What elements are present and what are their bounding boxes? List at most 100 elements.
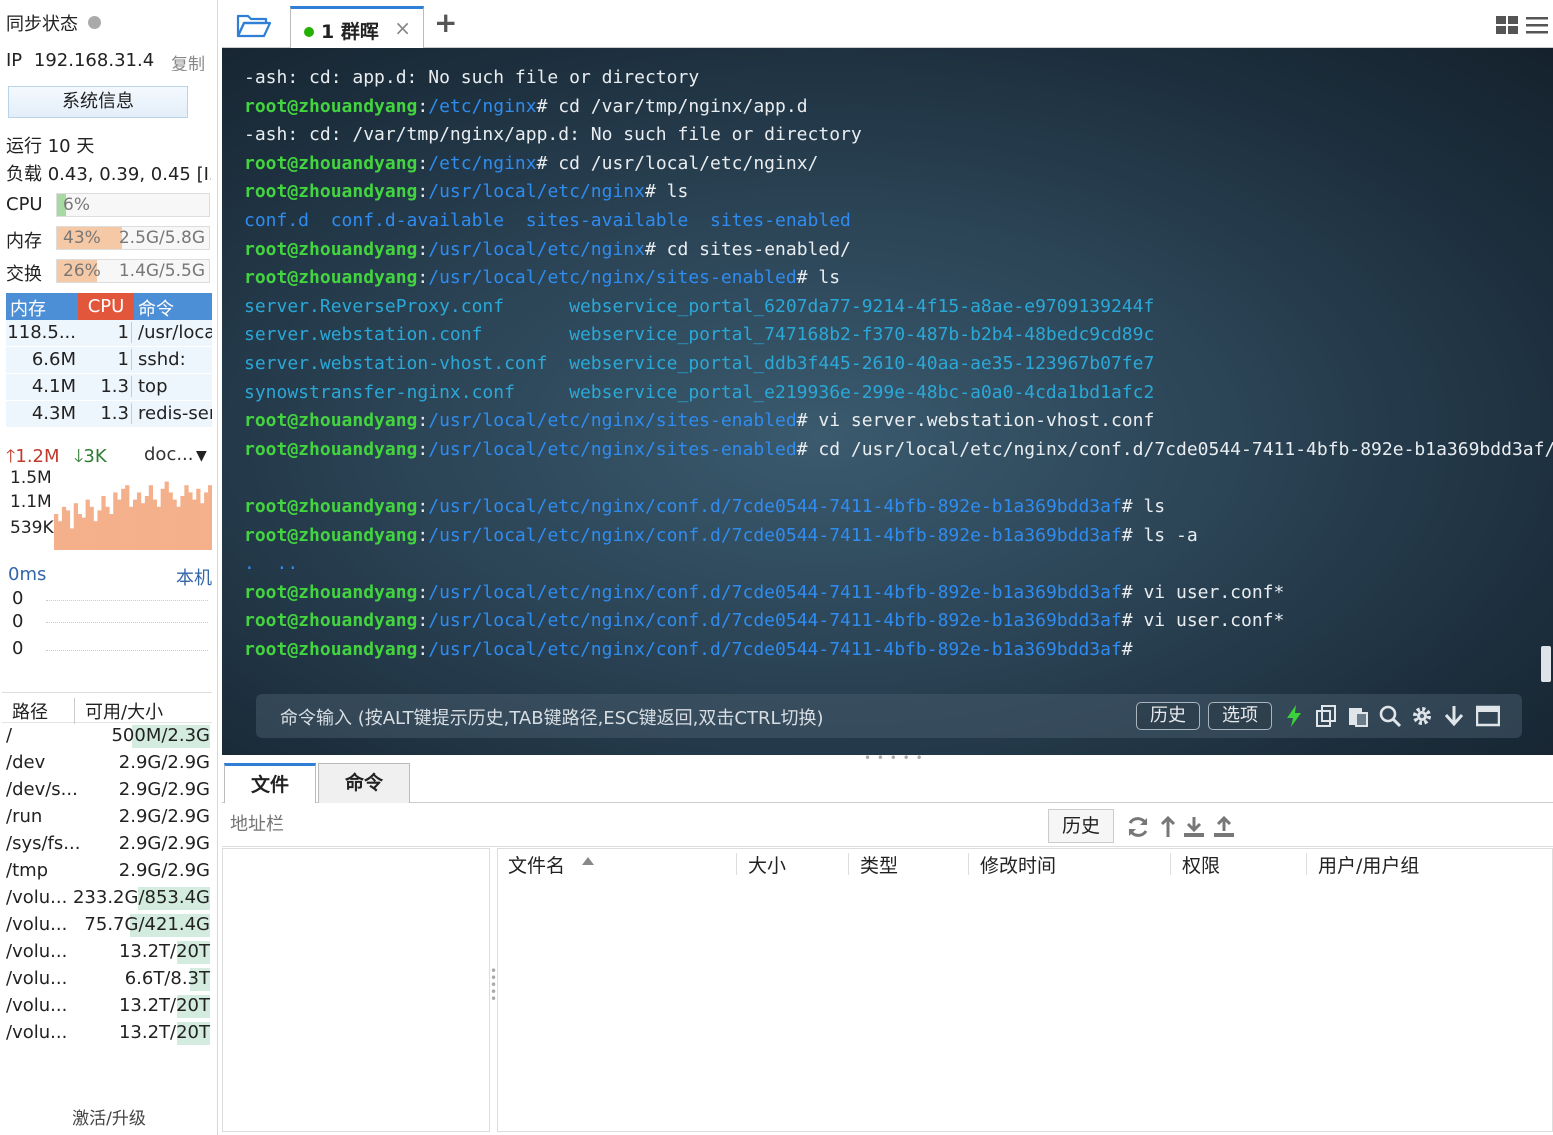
disk-row[interactable]: / 500M/2.3G bbox=[2, 723, 212, 750]
disk-row[interactable]: /sys/fs... 2.9G/2.9G bbox=[2, 831, 212, 858]
tab-commands[interactable]: 命令 bbox=[318, 763, 410, 803]
memory-bar: 43% 2.5G/5.8G bbox=[56, 226, 210, 250]
disk-row[interactable]: /volu... 13.2T/20T bbox=[2, 993, 212, 1020]
column-separator[interactable] bbox=[848, 853, 849, 875]
network-sample-bar bbox=[144, 496, 150, 550]
disk-row[interactable]: /dev/s... 2.9G/2.9G bbox=[2, 777, 212, 804]
hamburger-menu-icon[interactable] bbox=[1525, 14, 1549, 36]
file-list-header: 文件名 大小 类型 修改时间 权限 用户/用户组 bbox=[498, 849, 1552, 879]
terminal-line: root@zhouandyang:/usr/local/etc/nginx# c… bbox=[244, 236, 1553, 265]
arrow-down-icon[interactable] bbox=[1442, 704, 1466, 728]
column-separator[interactable] bbox=[1170, 853, 1171, 875]
disk-row[interactable]: /dev 2.9G/2.9G bbox=[2, 750, 212, 777]
process-row[interactable]: 6.6M 1 sshd: bbox=[6, 347, 212, 374]
terminal-line: server.webstation.conf webservice_portal… bbox=[244, 321, 1553, 350]
activate-upgrade-link[interactable]: 激活/升级 bbox=[0, 1104, 218, 1129]
disk-row[interactable]: /volu... 13.2T/20T bbox=[2, 939, 212, 966]
open-folder-icon[interactable] bbox=[236, 10, 272, 40]
terminal-line: root@zhouandyang:/usr/local/etc/nginx/si… bbox=[244, 407, 1553, 436]
grid-layout-icon[interactable] bbox=[1495, 14, 1519, 36]
refresh-icon[interactable] bbox=[1126, 815, 1150, 839]
gear-icon[interactable] bbox=[1410, 704, 1434, 728]
disk-row[interactable]: /volu... 233.2G/853.4G bbox=[2, 885, 212, 912]
upload-rate-value: 1.2M bbox=[15, 446, 60, 467]
process-row[interactable]: 4.1M 1.3 top bbox=[6, 374, 212, 401]
process-row[interactable]: 4.3M 1.3 redis-ser bbox=[6, 401, 212, 428]
directory-tree-pane[interactable] bbox=[222, 848, 490, 1132]
session-tab-active[interactable]: 1 群晖 × bbox=[290, 6, 424, 48]
disk-row[interactable]: /tmp 2.9G/2.9G bbox=[2, 858, 212, 885]
swap-percent: 26% bbox=[63, 261, 101, 281]
memory-percent: 43% bbox=[63, 228, 101, 248]
sort-by-memory-header[interactable]: 内存 bbox=[10, 295, 46, 321]
lightning-icon[interactable] bbox=[1282, 704, 1306, 728]
column-separator[interactable] bbox=[736, 853, 737, 875]
session-tab-label: 1 群晖 bbox=[321, 21, 379, 43]
disk-row[interactable]: /volu... 6.6T/8.3T bbox=[2, 966, 212, 993]
column-type[interactable]: 类型 bbox=[860, 851, 898, 878]
paste-icon[interactable] bbox=[1346, 704, 1370, 728]
disk-row[interactable]: /run 2.9G/2.9G bbox=[2, 804, 212, 831]
copy-ip-button[interactable]: 复制 bbox=[171, 50, 205, 71]
process-row[interactable]: 118.5... 1 /usr/loca bbox=[6, 320, 212, 347]
disk-size: 6.6T/8.3T bbox=[124, 968, 210, 989]
network-interface-select[interactable]: doc... bbox=[144, 444, 194, 465]
column-filename[interactable]: 文件名 bbox=[508, 851, 565, 878]
terminal-output[interactable]: -ash: cd: app.d: No such file or directo… bbox=[244, 64, 1553, 664]
disk-path-header[interactable]: 路径 bbox=[12, 698, 48, 724]
network-sample-bar bbox=[184, 485, 189, 550]
download-rate: 🡓3K bbox=[74, 444, 107, 474]
terminal-line: -ash: cd: /var/tmp/nginx/app.d: No such … bbox=[244, 121, 1553, 150]
column-modified-time[interactable]: 修改时间 bbox=[980, 851, 1056, 878]
address-input[interactable] bbox=[230, 814, 930, 835]
chevron-down-icon[interactable]: ▼ bbox=[196, 448, 207, 464]
terminal-line: root@zhouandyang:/usr/local/etc/nginx/co… bbox=[244, 579, 1553, 608]
disk-size-header[interactable]: 可用/大小 bbox=[74, 698, 163, 724]
column-size[interactable]: 大小 bbox=[748, 851, 786, 878]
terminal-line: server.webstation-vhost.conf webservice_… bbox=[244, 350, 1553, 379]
sort-by-cpu-header[interactable]: CPU bbox=[78, 293, 134, 320]
memory-size: 2.5G/5.8G bbox=[118, 228, 205, 248]
net-axis-label: 1.1M bbox=[10, 492, 52, 512]
disk-row[interactable]: /volu... 13.2T/20T bbox=[2, 1020, 212, 1047]
command-input[interactable]: 命令输入 (按ALT键提示历史,TAB键路径,ESC键返回,双击CTRL切换) bbox=[280, 704, 824, 730]
network-sample-bar bbox=[129, 506, 134, 550]
ping-host-select[interactable]: 本机 bbox=[176, 564, 212, 590]
file-list-pane[interactable]: 文件名 大小 类型 修改时间 权限 用户/用户组 bbox=[497, 848, 1553, 1132]
terminal[interactable]: -ash: cd: app.d: No such file or directo… bbox=[222, 48, 1553, 755]
prompt-path: /usr/local/etc/nginx bbox=[428, 181, 645, 203]
download-icon[interactable] bbox=[1182, 815, 1206, 839]
terminal-scrollbar[interactable] bbox=[1541, 646, 1551, 682]
sort-by-command-header[interactable]: 命令 bbox=[138, 295, 174, 321]
prompt-user: root@zhouandyang bbox=[244, 267, 418, 289]
close-tab-button[interactable]: × bbox=[394, 16, 411, 40]
network-sample-bar bbox=[121, 488, 126, 550]
maximize-icon[interactable] bbox=[1476, 704, 1500, 728]
system-info-button[interactable]: 系统信息 bbox=[8, 86, 188, 118]
column-owner-group[interactable]: 用户/用户组 bbox=[1318, 851, 1419, 878]
new-tab-button[interactable]: + bbox=[434, 6, 457, 39]
disk-path: /dev/s... bbox=[6, 779, 78, 800]
command-options-button[interactable]: 选项 bbox=[1208, 702, 1272, 730]
disk-path: / bbox=[6, 725, 13, 746]
address-history-button[interactable]: 历史 bbox=[1048, 809, 1114, 843]
process-cpu: 1 bbox=[80, 349, 132, 370]
vertical-splitter-grip-icon[interactable]: • • • • • bbox=[490, 965, 497, 1005]
parent-directory-icon[interactable] bbox=[1156, 815, 1180, 839]
search-icon[interactable] bbox=[1378, 704, 1402, 728]
upload-icon[interactable] bbox=[1212, 815, 1236, 839]
column-separator[interactable] bbox=[1306, 853, 1307, 875]
copy-icon[interactable] bbox=[1314, 704, 1338, 728]
column-permissions[interactable]: 权限 bbox=[1182, 851, 1220, 878]
prompt-user: root@zhouandyang bbox=[244, 610, 418, 632]
terminal-text: : bbox=[417, 152, 429, 174]
command-history-button[interactable]: 历史 bbox=[1136, 702, 1200, 730]
network-sample-bar bbox=[93, 521, 98, 550]
column-separator[interactable] bbox=[968, 853, 969, 875]
disk-path: /dev bbox=[6, 752, 46, 773]
tab-files[interactable]: 文件 bbox=[224, 763, 316, 803]
disk-path: /volu... bbox=[6, 1022, 68, 1043]
terminal-line: synowstransfer-nginx.conf webservice_por… bbox=[244, 379, 1553, 408]
disk-row[interactable]: /volu... 75.7G/421.4G bbox=[2, 912, 212, 939]
prompt-user: root@zhouandyang bbox=[244, 181, 418, 203]
